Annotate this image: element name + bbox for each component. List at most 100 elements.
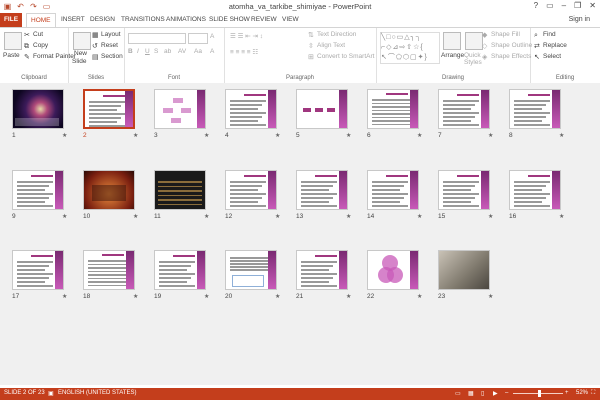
align-icons[interactable]: ≡ ≡ ≡ ≡ ☷	[230, 48, 258, 56]
align-text-button[interactable]: ⇳ Align Text	[308, 42, 345, 50]
font-color-icon[interactable]: A	[210, 48, 214, 55]
minimize-icon[interactable]: –	[562, 1, 566, 10]
slide-thumbnail[interactable]	[367, 250, 419, 290]
tab-animations[interactable]: ANIMATIONS	[162, 13, 210, 27]
paste-button[interactable]: Paste	[3, 52, 20, 59]
reset-button[interactable]: ↺ Reset	[92, 42, 118, 50]
slide-thumbnail[interactable]	[509, 89, 561, 129]
text-direction-button[interactable]: ⇅ Text Direction	[308, 31, 356, 39]
shadow-icon[interactable]: S	[154, 48, 158, 55]
animation-star-icon[interactable]: ★	[417, 132, 422, 139]
animation-star-icon[interactable]: ★	[417, 293, 422, 300]
arrange-button[interactable]: Arrange	[441, 52, 464, 59]
slide-thumbnail[interactable]	[154, 250, 206, 290]
animation-star-icon[interactable]: ★	[559, 213, 564, 220]
find-button[interactable]: ⌕ Find	[534, 31, 556, 39]
slide-thumbnail[interactable]	[83, 250, 135, 290]
slide-thumbnail[interactable]	[225, 250, 277, 290]
tab-review[interactable]: REVIEW	[247, 13, 281, 27]
animation-star-icon[interactable]: ★	[346, 132, 351, 139]
sign-in-link[interactable]: Sign in	[569, 16, 590, 23]
slide-thumbnail[interactable]	[438, 170, 490, 210]
animation-star-icon[interactable]: ★	[275, 213, 280, 220]
italic-icon[interactable]: I	[137, 48, 139, 55]
tab-insert[interactable]: INSERT	[57, 13, 89, 27]
slide-thumbnail[interactable]	[12, 250, 64, 290]
layout-button[interactable]: ▦ Layout	[92, 31, 121, 39]
paste-icon[interactable]	[4, 32, 22, 50]
help-icon[interactable]: ?	[534, 1, 538, 10]
animation-star-icon[interactable]: ★	[275, 293, 280, 300]
close-icon[interactable]: ✕	[589, 1, 596, 10]
zoom-out-icon[interactable]: –	[505, 390, 508, 396]
tab-transitions[interactable]: TRANSITIONS	[117, 13, 169, 27]
shape-fill-button[interactable]: ◆ Shape Fill	[482, 31, 520, 39]
section-button[interactable]: ▤ Section	[92, 53, 123, 61]
copy-button[interactable]: ⧉ Copy	[24, 42, 48, 50]
ribbon-display-icon[interactable]: ▭	[546, 1, 554, 10]
tab-home[interactable]: HOME	[26, 13, 56, 27]
restore-icon[interactable]: ❐	[574, 1, 581, 10]
underline-icon[interactable]: U	[145, 48, 150, 55]
slide-thumbnail[interactable]	[12, 170, 64, 210]
animation-star-icon[interactable]: ★	[133, 132, 138, 139]
zoom-level[interactable]: 52%	[576, 390, 588, 396]
slide-thumbnail[interactable]	[509, 170, 561, 210]
slide-thumbnail[interactable]	[83, 170, 135, 210]
font-name-input[interactable]	[128, 33, 186, 44]
slide-thumbnail[interactable]	[367, 89, 419, 129]
slide-thumbnail[interactable]	[296, 250, 348, 290]
shape-effects-button[interactable]: ◈ Shape Effects	[482, 53, 531, 61]
new-slide-button-label[interactable]: Slide	[72, 58, 86, 65]
animation-star-icon[interactable]: ★	[62, 293, 67, 300]
spacing-icon[interactable]: AV	[178, 48, 186, 55]
animation-star-icon[interactable]: ★	[204, 132, 209, 139]
cut-button[interactable]: ✂ Cut	[24, 31, 43, 39]
slide-thumbnail[interactable]	[438, 250, 490, 290]
animation-star-icon[interactable]: ★	[488, 132, 493, 139]
select-button[interactable]: ↖ Select	[534, 53, 561, 61]
quick-styles-button[interactable]: Quick	[464, 52, 481, 59]
slide-thumbnail[interactable]	[12, 89, 64, 129]
slide-thumbnail[interactable]	[225, 89, 277, 129]
slide-thumbnail[interactable]	[367, 170, 419, 210]
font-size-input[interactable]	[188, 33, 208, 44]
slide-thumbnail[interactable]	[296, 170, 348, 210]
animation-star-icon[interactable]: ★	[275, 132, 280, 139]
animation-star-icon[interactable]: ★	[62, 132, 67, 139]
animation-star-icon[interactable]: ★	[346, 293, 351, 300]
arrange-icon[interactable]	[443, 32, 461, 50]
slide-thumbnail[interactable]	[225, 170, 277, 210]
shapes-gallery[interactable]: ╲□○▭△╮┐ ⌐◇⊿⇨⇧☆{↖⌒⬠⬡▢✦}	[380, 32, 440, 64]
view-normal-icon[interactable]: ▭	[455, 390, 461, 397]
animation-star-icon[interactable]: ★	[204, 213, 209, 220]
new-slide-button[interactable]: New	[74, 50, 87, 57]
animation-star-icon[interactable]: ★	[559, 132, 564, 139]
animation-star-icon[interactable]: ★	[133, 293, 138, 300]
animation-star-icon[interactable]: ★	[62, 213, 67, 220]
fit-slide-icon[interactable]: ⛶	[591, 390, 595, 397]
spell-check-icon[interactable]: ▣	[48, 390, 54, 397]
view-slideshow-icon[interactable]: ▶	[493, 390, 498, 397]
strikethrough-icon[interactable]: ab	[164, 48, 171, 55]
animation-star-icon[interactable]: ★	[346, 213, 351, 220]
shape-outline-button[interactable]: ◇ Shape Outline	[482, 42, 532, 50]
animation-star-icon[interactable]: ★	[204, 293, 209, 300]
tab-view[interactable]: VIEW	[278, 13, 303, 27]
replace-button[interactable]: ⇄ Replace	[534, 42, 567, 50]
slide-thumbnail[interactable]	[438, 89, 490, 129]
slide-thumbnail[interactable]	[154, 170, 206, 210]
animation-star-icon[interactable]: ★	[417, 213, 422, 220]
animation-star-icon[interactable]: ★	[133, 213, 138, 220]
slide-thumbnail[interactable]	[154, 89, 206, 129]
slide-thumbnail[interactable]	[296, 89, 348, 129]
language-label[interactable]: ENGLISH (UNITED STATES)	[58, 390, 136, 396]
bullets-icon[interactable]: ☰ ☰ ⇤ ⇥ ↕	[230, 32, 263, 40]
grow-font-icon[interactable]: A	[210, 33, 214, 40]
slide-thumbnail[interactable]	[83, 89, 135, 129]
convert-smartart-button[interactable]: ⊞ Convert to SmartArt	[308, 53, 374, 61]
animation-star-icon[interactable]: ★	[488, 213, 493, 220]
tab-file[interactable]: FILE	[0, 13, 22, 27]
quick-styles-button-label[interactable]: Styles	[464, 59, 482, 66]
zoom-in-icon[interactable]: +	[565, 390, 569, 396]
